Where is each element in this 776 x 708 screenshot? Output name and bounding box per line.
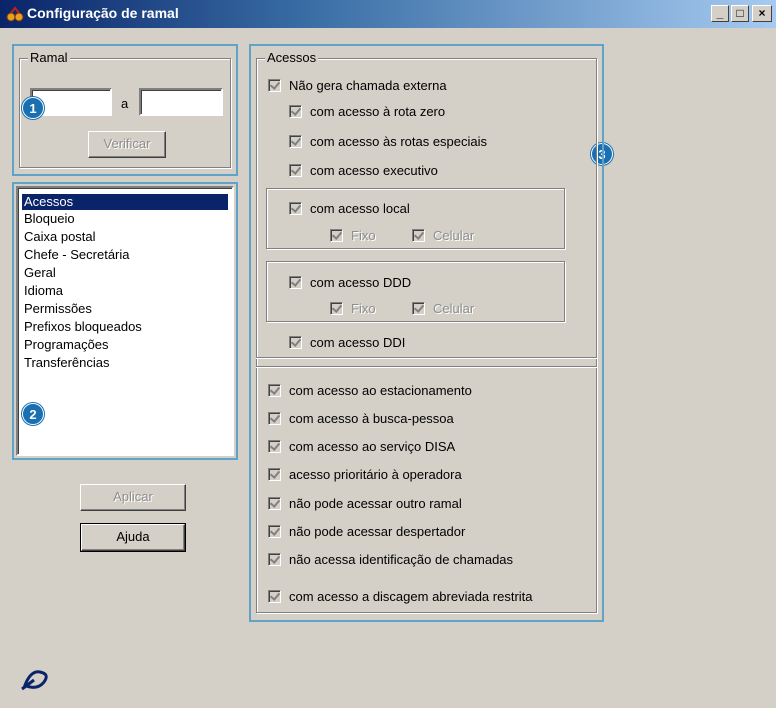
list-item[interactable]: Caixa postal [22,229,98,245]
nao-gera-chamada-checkbox[interactable]: Não gera chamada externa [268,76,447,94]
busca-pessoa-checkbox[interactable]: com acesso à busca-pessoa [268,409,454,427]
checkbox-box [289,335,302,349]
callout-badge-2: 2 [22,403,44,425]
checkbox-box [289,201,302,215]
close-button[interactable]: × [752,5,772,22]
list-item[interactable]: Prefixos bloqueados [22,319,144,335]
checkbox-label: com acesso às rotas especiais [310,133,488,149]
checkbox-box [268,552,281,566]
checkbox-box [268,439,281,453]
list-item[interactable]: Geral [22,265,58,281]
ddd-fixo-checkbox[interactable]: Fixo [330,299,376,317]
checkbox-box [412,228,425,242]
checkbox-box [289,104,302,118]
section-divider [256,357,597,359]
estacionamento-checkbox[interactable]: com acesso ao estacionamento [268,381,472,399]
acessos-legend: Acessos [265,50,319,65]
ramal-legend: Ramal [28,50,70,65]
minimize-button[interactable]: _ [711,5,729,22]
checkbox-label: Não gera chamada externa [289,77,447,93]
apply-button[interactable]: Aplicar [80,484,186,511]
checkbox-box [268,496,281,510]
checkbox-box [289,275,302,289]
checkbox-label: com acesso à rota zero [310,103,446,119]
checkbox-label: não acessa identificação de chamadas [289,551,514,567]
checkbox-box [412,301,425,315]
window-title: Configuração de ramal [27,5,179,21]
checkbox-label: com acesso DDI [310,334,406,350]
disa-checkbox[interactable]: com acesso ao serviço DISA [268,437,455,455]
checkbox-label: com acesso a discagem abreviada restrita [289,588,533,604]
title-bar[interactable]: Configuração de ramal _ □ × [0,0,776,28]
checkbox-box [268,467,281,481]
checkbox-box [268,589,281,603]
checkbox-label: Celular [433,227,475,243]
rota-zero-checkbox[interactable]: com acesso à rota zero [289,102,445,120]
outro-ramal-checkbox[interactable]: não pode acessar outro ramal [268,494,462,512]
list-item[interactable]: Acessos [22,194,228,210]
checkbox-label: com acesso à busca-pessoa [289,410,454,426]
list-item[interactable]: Permissões [22,301,94,317]
list-item[interactable]: Transferências [22,355,112,371]
ramal-to-input[interactable] [139,88,223,116]
checkbox-box [330,301,343,315]
checkbox-box [268,524,281,538]
company-logo [21,670,48,691]
ddd-celular-checkbox[interactable]: Celular [412,299,474,317]
despertador-checkbox[interactable]: não pode acessar despertador [268,522,465,540]
checkbox-label: Fixo [351,300,376,316]
checkbox-label: acesso prioritário à operadora [289,466,462,482]
checkbox-box [330,228,343,242]
rotas-especiais-checkbox[interactable]: com acesso às rotas especiais [289,132,487,150]
category-listbox[interactable]: Acessos Bloqueio Caixa postal Chefe - Se… [16,186,234,456]
list-item[interactable]: Chefe - Secretária [22,247,132,263]
checkbox-label: não pode acessar outro ramal [289,495,462,511]
checkbox-label: com acesso ao serviço DISA [289,438,456,454]
checkbox-label: com acesso local [310,200,410,216]
callout-badge-1: 1 [22,97,44,119]
list-item[interactable]: Bloqueio [22,211,77,227]
discagem-checkbox[interactable]: com acesso a discagem abreviada restrita [268,587,533,605]
local-celular-checkbox[interactable]: Celular [412,226,474,244]
checkbox-box [268,411,281,425]
checkbox-box [268,383,281,397]
ramal-range-separator: a [121,96,129,111]
section-divider [256,366,597,368]
checkbox-box [289,134,302,148]
acesso-local-checkbox[interactable]: com acesso local [289,199,410,217]
list-item[interactable]: Idioma [22,283,65,299]
acesso-ddi-checkbox[interactable]: com acesso DDI [289,333,405,351]
local-fixo-checkbox[interactable]: Fixo [330,226,376,244]
help-button[interactable]: Ajuda [80,523,186,552]
checkbox-label: Celular [433,300,475,316]
checkbox-label: com acesso executivo [310,162,438,178]
acesso-ddd-checkbox[interactable]: com acesso DDD [289,273,411,291]
checkbox-box [268,78,281,92]
checkbox-label: com acesso DDD [310,274,412,290]
prioritario-checkbox[interactable]: acesso prioritário à operadora [268,465,462,483]
identificacao-checkbox[interactable]: não acessa identificação de chamadas [268,550,513,568]
maximize-button[interactable]: □ [731,5,749,22]
verify-button[interactable]: Verificar [88,131,166,158]
checkbox-label: com acesso ao estacionamento [289,382,472,398]
checkbox-label: não pode acessar despertador [289,523,466,539]
checkbox-label: Fixo [351,227,376,243]
list-item[interactable]: Programações [22,337,111,353]
app-icon [6,6,24,22]
executivo-checkbox[interactable]: com acesso executivo [289,161,438,179]
checkbox-box [289,163,302,177]
